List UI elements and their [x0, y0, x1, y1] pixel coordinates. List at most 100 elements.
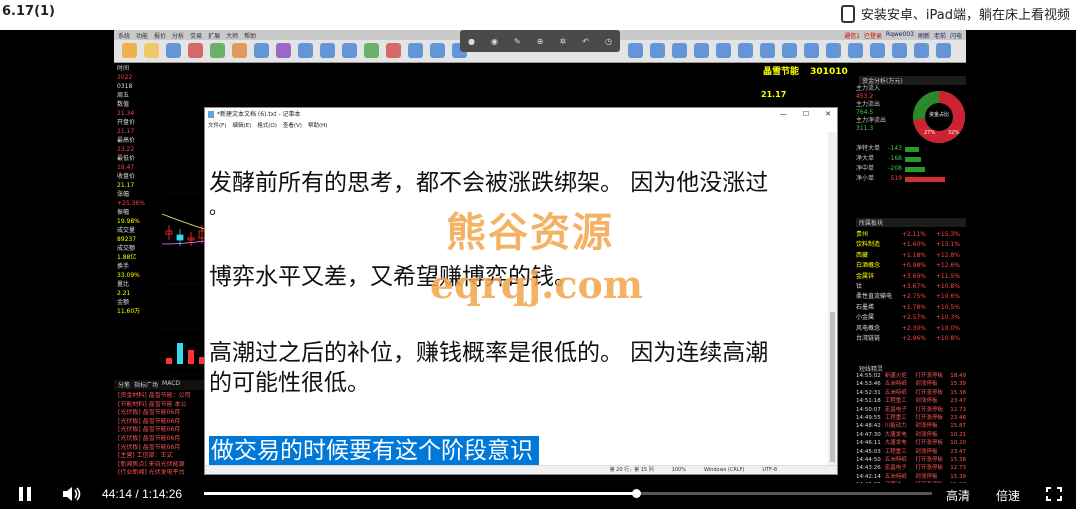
- progress-knob[interactable]: [632, 489, 641, 498]
- toolbar-icon[interactable]: [826, 43, 841, 58]
- toolbar-icon[interactable]: [364, 43, 379, 58]
- notepad-menu-item[interactable]: 编辑(E): [232, 121, 251, 132]
- trade-row[interactable]: 14:44:50 五洲特纸 打开涨停板 15.38: [856, 456, 966, 464]
- news-item[interactable]: [节能材料] 晶雪节能 本公: [118, 401, 214, 410]
- volume-icon[interactable]: [62, 486, 82, 502]
- toolbar-icon[interactable]: [760, 43, 775, 58]
- promo-link[interactable]: 安装安卓、iPad端，躺在床上看视频: [840, 4, 1070, 23]
- toolbar-icon[interactable]: [122, 43, 137, 58]
- sector-row[interactable]: 金属锌 +3.69% +11.5%: [856, 272, 966, 282]
- sector-row[interactable]: 小金属 +2.57% +10.3%: [856, 313, 966, 323]
- maximize-icon[interactable]: ☐: [803, 108, 809, 121]
- settings-icon[interactable]: ✲: [560, 37, 567, 46]
- trade-row[interactable]: 14:48:42 川能动力 封涨停板 15.87: [856, 422, 966, 430]
- notepad-menu-item[interactable]: 格式(O): [257, 121, 277, 132]
- toolbar-icon[interactable]: [870, 43, 885, 58]
- sector-row[interactable]: 风电概念 +2.30% +10.0%: [856, 324, 966, 334]
- trade-row[interactable]: 14:49:55 工程重工 打开涨停板 23.46: [856, 414, 966, 422]
- sector-row[interactable]: 石墨烯 +1.78% +10.5%: [856, 303, 966, 313]
- trade-row[interactable]: 14:43:26 宏昌电子 打开涨停板 12.73: [856, 464, 966, 472]
- toolbar-icon[interactable]: [914, 43, 929, 58]
- menu-item[interactable]: 扩展: [208, 31, 220, 40]
- trade-row[interactable]: 14:50:07 宏昌电子 打开涨停板 12.73: [856, 406, 966, 414]
- scrollbar-thumb[interactable]: [830, 312, 835, 462]
- zoom-icon[interactable]: ⊕: [537, 37, 544, 46]
- sector-row[interactable]: 饮料制造 +1.60% +13.1%: [856, 240, 966, 250]
- trade-row[interactable]: 14:47:30 大唐发电 封涨停板 10.21: [856, 431, 966, 439]
- trade-row[interactable]: 14:53:46 五洲特纸 封涨停板 15.39: [856, 380, 966, 388]
- menu-right-item[interactable]: 闪电: [950, 31, 962, 40]
- pen-icon[interactable]: ✎: [514, 37, 521, 46]
- indicator-tab[interactable]: 分笔: [118, 380, 130, 390]
- menu-item[interactable]: 分析: [172, 31, 184, 40]
- toolbar-icon[interactable]: [386, 43, 401, 58]
- news-item[interactable]: [光伏板] 晶雪节能06月: [118, 409, 214, 418]
- trade-row[interactable]: 14:46:11 大唐发电 打开涨停板 10.20: [856, 439, 966, 447]
- menu-right-item[interactable]: Rqwe003: [886, 31, 914, 40]
- toolbar-icon[interactable]: [188, 43, 203, 58]
- toolbar-icon[interactable]: [254, 43, 269, 58]
- toolbar-icon[interactable]: [232, 43, 247, 58]
- menu-right-item[interactable]: 老前: [934, 31, 946, 40]
- indicator-tab[interactable]: MACD: [162, 380, 180, 390]
- toolbar-icon[interactable]: [144, 43, 159, 58]
- trade-row[interactable]: 14:52:31 五洲特纸 打开涨停板 15.38: [856, 389, 966, 397]
- minimize-icon[interactable]: —: [780, 108, 787, 121]
- toolbar-icon[interactable]: [738, 43, 753, 58]
- notepad-scrollbar[interactable]: [828, 132, 837, 467]
- menu-right-item[interactable]: 刷新: [918, 31, 930, 40]
- sector-row[interactable]: 白酒概念 +0.98% +12.6%: [856, 261, 966, 271]
- toolbar-icon[interactable]: [892, 43, 907, 58]
- menu-item[interactable]: 报价: [154, 31, 166, 40]
- news-item[interactable]: [光伏板] 晶雪节能06月: [118, 444, 214, 453]
- notepad-menu-item[interactable]: 文件(F): [208, 121, 226, 132]
- sector-row[interactable]: 西藏 +1.18% +12.8%: [856, 251, 966, 261]
- news-item[interactable]: [光伏板] 晶雪节能06月: [118, 435, 214, 444]
- notepad-menu-item[interactable]: 帮助(H): [308, 121, 327, 132]
- trade-row[interactable]: 14:51:18 工程重工 封涨停板 23.47: [856, 397, 966, 405]
- toolbar-icon[interactable]: [936, 43, 951, 58]
- news-item[interactable]: [新闻焦点] 来自光伏能源: [118, 461, 214, 470]
- toolbar-icon[interactable]: [298, 43, 313, 58]
- menu-item[interactable]: 系统: [118, 31, 130, 40]
- toolbar-icon[interactable]: [694, 43, 709, 58]
- toolbar-icon[interactable]: [320, 43, 335, 58]
- toolbar-icon[interactable]: [408, 43, 423, 58]
- speed-button[interactable]: 倍速: [996, 487, 1020, 504]
- indicator-tab[interactable]: 指标广场: [134, 380, 158, 390]
- toolbar-icon[interactable]: [276, 43, 291, 58]
- trade-row[interactable]: 14:42:14 五洲特纸 封涨停板 15.39: [856, 473, 966, 481]
- menu-item[interactable]: 大师: [226, 31, 238, 40]
- news-item[interactable]: [行业新闻] 光伏发电平台: [118, 469, 214, 478]
- pause-button[interactable]: [18, 487, 32, 501]
- toolbar-icon[interactable]: [628, 43, 643, 58]
- toolbar-icon[interactable]: [782, 43, 797, 58]
- menu-item[interactable]: 帮助: [244, 31, 256, 40]
- news-item[interactable]: [主营] 工信部：王式: [118, 452, 214, 461]
- toolbar-icon[interactable]: [210, 43, 225, 58]
- sector-row[interactable]: 柔性直流输电 +2.75% +10.6%: [856, 292, 966, 302]
- undo-icon[interactable]: ↶: [582, 37, 589, 46]
- menu-right-item[interactable]: 已登录: [864, 31, 882, 40]
- toolbar-icon[interactable]: [716, 43, 731, 58]
- news-item[interactable]: [光伏板] 晶雪节能06月: [118, 426, 214, 435]
- toolbar-icon[interactable]: [804, 43, 819, 58]
- clock-icon[interactable]: ◷: [605, 37, 612, 46]
- trade-row[interactable]: 14:55:02 新疆火炬 打开涨停板 18.49: [856, 372, 966, 380]
- menu-item[interactable]: 功能: [136, 31, 148, 40]
- news-item[interactable]: [光伏板] 晶雪节能06月: [118, 418, 214, 427]
- menu-item[interactable]: 交易: [190, 31, 202, 40]
- close-icon[interactable]: ✕: [825, 108, 831, 121]
- screen-record-controls[interactable]: ● ◉ ✎ ⊕ ✲ ↶ ◷: [460, 30, 620, 52]
- toolbar-icon[interactable]: [650, 43, 665, 58]
- toolbar-icon[interactable]: [848, 43, 863, 58]
- toolbar-icon[interactable]: [166, 43, 181, 58]
- news-item[interactable]: [资金材料] 晶雪节能：公司: [118, 392, 214, 401]
- sector-row[interactable]: 台湾链链 +2.96% +10.8%: [856, 334, 966, 344]
- sector-row[interactable]: 贵州 +2.11% +15.3%: [856, 230, 966, 240]
- menu-right-item[interactable]: 通信1: [844, 31, 860, 40]
- record-icon[interactable]: ●: [468, 37, 475, 46]
- toolbar-icon[interactable]: [342, 43, 357, 58]
- camera-icon[interactable]: ◉: [491, 37, 498, 46]
- toolbar-icon[interactable]: [430, 43, 445, 58]
